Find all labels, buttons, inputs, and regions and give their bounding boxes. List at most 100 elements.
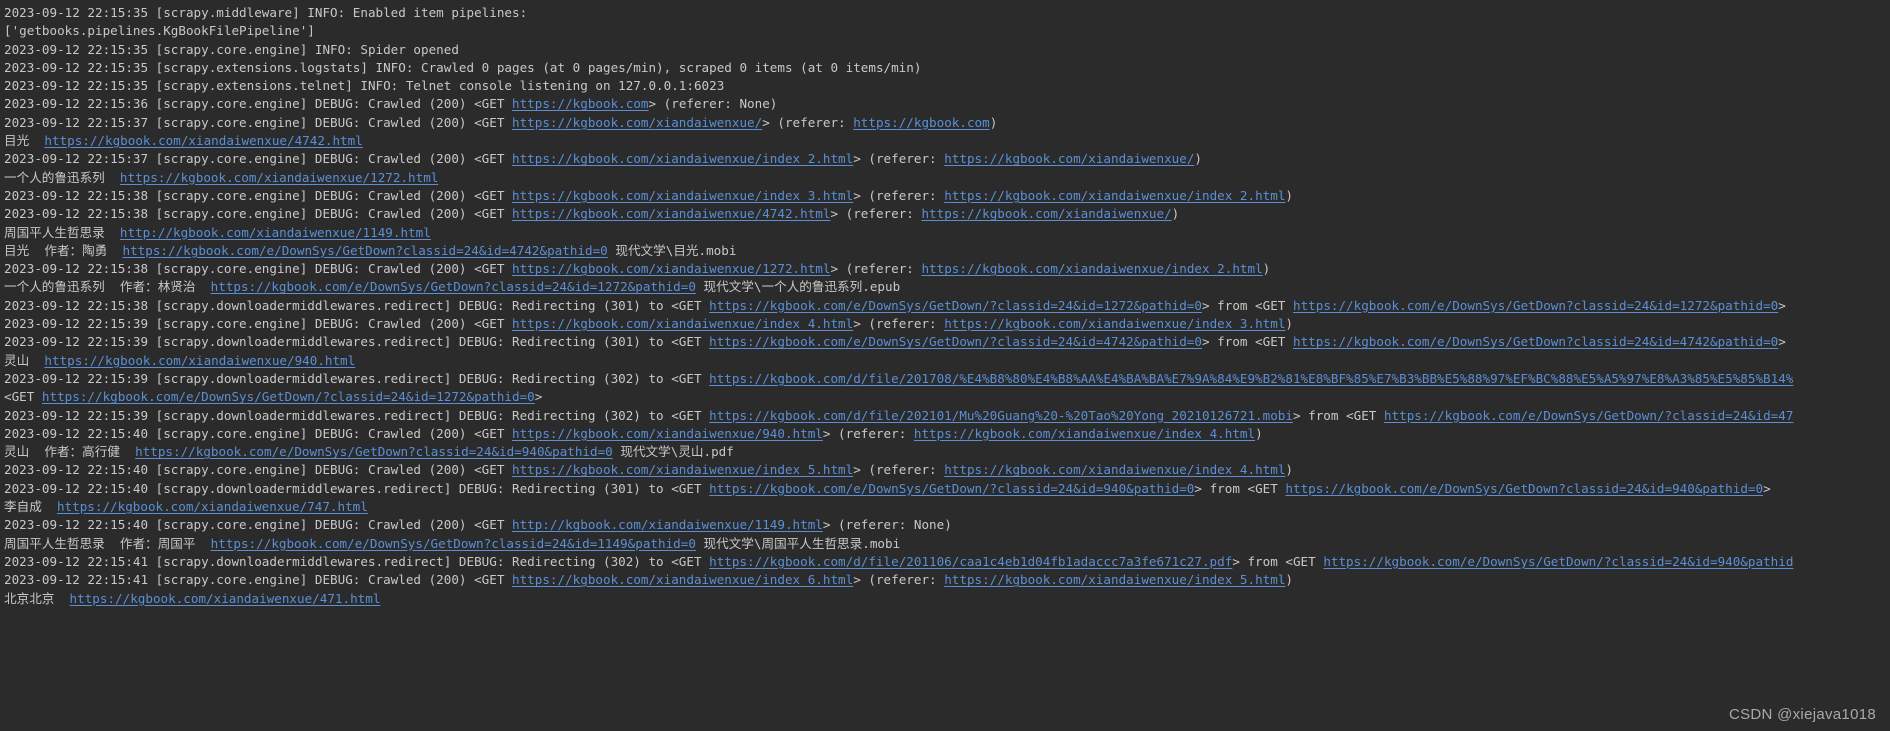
log-link[interactable]: https://kgbook.com/xiandaiwenxue/471.htm…	[70, 591, 381, 606]
log-line: 2023-09-12 22:15:37 [scrapy.core.engine]…	[4, 150, 1890, 168]
log-link[interactable]: https://kgbook.com/e/DownSys/GetDown?cla…	[211, 279, 696, 294]
log-text: )	[1285, 462, 1293, 478]
log-link[interactable]: https://kgbook.com/xiandaiwenxue/index_2…	[921, 261, 1262, 276]
log-link[interactable]: https://kgbook.com/xiandaiwenxue/	[921, 206, 1171, 221]
log-link[interactable]: https://kgbook.com/xiandaiwenxue/1272.ht…	[120, 170, 438, 185]
log-text: )	[1285, 572, 1293, 588]
log-text: > from <GET	[1194, 480, 1286, 496]
log-link[interactable]: https://kgbook.com/xiandaiwenxue/index_3…	[944, 316, 1285, 331]
log-text: )	[1194, 151, 1203, 167]
log-text: <GET	[4, 389, 42, 405]
log-link[interactable]: https://kgbook.com/xiandaiwenxue/	[512, 115, 762, 130]
log-line: 2023-09-12 22:15:38 [scrapy.core.engine]…	[4, 187, 1890, 205]
log-line: 目光 作者：陶勇 https://kgbook.com/e/DownSys/Ge…	[4, 242, 1890, 260]
log-link[interactable]: https://kgbook.com/xiandaiwenxue/	[944, 151, 1194, 166]
log-link[interactable]: https://kgbook.com/e/DownSys/GetDown?cla…	[135, 444, 613, 459]
log-line: ['getbooks.pipelines.KgBookFilePipeline'…	[4, 22, 1890, 40]
log-text: 2023-09-12 22:15:38 [scrapy.downloadermi…	[4, 297, 710, 313]
log-text: )	[989, 114, 998, 130]
log-link[interactable]: https://kgbook.com/e/DownSys/GetDown/?cl…	[1323, 554, 1793, 569]
log-text: > (referer:	[853, 462, 945, 478]
log-link[interactable]: https://kgbook.com/e/DownSys/GetDown?cla…	[1293, 298, 1778, 313]
log-line: 2023-09-12 22:15:38 [scrapy.core.engine]…	[4, 260, 1890, 278]
log-link[interactable]: https://kgbook.com/xiandaiwenxue/index_4…	[944, 462, 1285, 477]
log-line: 2023-09-12 22:15:40 [scrapy.core.engine]…	[4, 461, 1890, 479]
log-link[interactable]: https://kgbook.com/e/DownSys/GetDown?cla…	[211, 536, 696, 551]
log-text: .pdf	[703, 444, 734, 460]
log-line: 目光 https://kgbook.com/xiandaiwenxue/4742…	[4, 132, 1890, 150]
log-text: )	[1262, 261, 1271, 277]
log-link[interactable]: https://kgbook.com/xiandaiwenxue/4742.ht…	[512, 206, 830, 221]
log-text: )	[1255, 425, 1263, 441]
log-link[interactable]: https://kgbook.com/xiandaiwenxue/index_4…	[512, 316, 853, 331]
log-link[interactable]: https://kgbook.com/xiandaiwenxue/index_2…	[512, 151, 853, 166]
log-text: >	[1778, 334, 1786, 350]
log-cjk-text: 现代文学	[620, 444, 671, 460]
log-cjk-text: 周国平人生哲思录	[4, 535, 105, 551]
log-text: 2023-09-12 22:15:35 [scrapy.core.engine]…	[4, 41, 459, 57]
log-link[interactable]: https://kgbook.com/xiandaiwenxue/747.htm…	[57, 499, 368, 514]
log-cjk-text: 灵山	[4, 352, 30, 368]
log-cjk-text: 周国平人生哲思录	[4, 224, 105, 240]
log-link[interactable]: https://kgbook.com/xiandaiwenxue/index_5…	[944, 572, 1285, 587]
log-link[interactable]: https://kgbook.com/e/DownSys/GetDown/?cl…	[709, 334, 1202, 349]
log-link[interactable]: https://kgbook.com/e/DownSys/GetDown?cla…	[1293, 334, 1778, 349]
log-text: 2023-09-12 22:15:38 [scrapy.core.engine]…	[4, 206, 512, 222]
log-link[interactable]: https://kgbook.com/e/DownSys/GetDown?cla…	[123, 243, 608, 258]
log-cjk-text: 一个人的鲁迅系列	[4, 169, 105, 185]
log-line: 2023-09-12 22:15:39 [scrapy.core.engine]…	[4, 315, 1890, 333]
log-text: )	[1285, 187, 1293, 203]
log-link[interactable]: https://kgbook.com/xiandaiwenxue/index_2…	[944, 188, 1285, 203]
log-line: 2023-09-12 22:15:39 [scrapy.downloadermi…	[4, 333, 1890, 351]
log-link[interactable]: https://kgbook.com/e/DownSys/GetDown/?cl…	[1384, 408, 1793, 423]
log-link[interactable]: https://kgbook.com/xiandaiwenxue/index_3…	[512, 188, 853, 203]
log-link[interactable]: https://kgbook.com/e/DownSys/GetDown?cla…	[1285, 481, 1763, 496]
log-text: >	[534, 389, 543, 405]
log-link[interactable]: https://kgbook.com	[853, 115, 989, 130]
log-text: > (referer:	[830, 206, 922, 222]
log-text: > (referer:	[762, 114, 854, 130]
log-line: 2023-09-12 22:15:40 [scrapy.downloadermi…	[4, 480, 1890, 498]
log-link[interactable]: https://kgbook.com/e/DownSys/GetDown/?cl…	[709, 298, 1202, 313]
log-link[interactable]: https://kgbook.com/xiandaiwenxue/index_4…	[914, 426, 1255, 441]
log-link[interactable]: https://kgbook.com/d/file/201106/caa1c4e…	[709, 554, 1232, 569]
log-text: 2023-09-12 22:15:41 [scrapy.downloadermi…	[4, 553, 710, 569]
log-link[interactable]: http://kgbook.com/xiandaiwenxue/1149.htm…	[120, 225, 431, 240]
log-link[interactable]: https://kgbook.com/xiandaiwenxue/4742.ht…	[44, 133, 362, 148]
log-link[interactable]: https://kgbook.com/e/DownSys/GetDown/?cl…	[709, 481, 1194, 496]
log-link[interactable]: https://kgbook.com/xiandaiwenxue/1272.ht…	[512, 261, 830, 276]
log-text: 2023-09-12 22:15:38 [scrapy.core.engine]…	[4, 187, 512, 203]
log-line: 2023-09-12 22:15:35 [scrapy.extensions.t…	[4, 77, 1890, 95]
log-cjk-text: 现代文学	[615, 242, 666, 258]
log-text: .mobi	[698, 242, 737, 258]
log-link[interactable]: http://kgbook.com/xiandaiwenxue/1149.htm…	[512, 517, 823, 532]
log-link[interactable]: https://kgbook.com/xiandaiwenxue/index_6…	[512, 572, 853, 587]
log-text: 2023-09-12 22:15:39 [scrapy.downloadermi…	[4, 334, 710, 350]
log-cjk-text: 作者：林贤治	[119, 279, 196, 295]
log-cjk-text: 作者：陶勇	[44, 242, 108, 258]
log-link[interactable]: https://kgbook.com/d/file/201708/%E4%B8%…	[709, 371, 1793, 386]
log-link[interactable]: https://kgbook.com/e/DownSys/GetDown/?cl…	[42, 389, 535, 404]
log-text: >	[1763, 480, 1771, 496]
terminal-log-console[interactable]: 2023-09-12 22:15:35 [scrapy.middleware] …	[0, 0, 1890, 731]
log-line: 2023-09-12 22:15:40 [scrapy.core.engine]…	[4, 516, 1890, 534]
log-cjk-text: 李自成	[4, 499, 42, 515]
log-cjk-text: 目光	[4, 242, 30, 258]
log-link[interactable]: https://kgbook.com/xiandaiwenxue/940.htm…	[512, 426, 823, 441]
log-text: 2023-09-12 22:15:39 [scrapy.core.engine]…	[4, 316, 512, 332]
log-link[interactable]: https://kgbook.com	[512, 96, 648, 111]
log-text: 2023-09-12 22:15:37 [scrapy.core.engine]…	[4, 114, 512, 130]
log-link[interactable]: https://kgbook.com/d/file/202101/Mu%20Gu…	[709, 408, 1293, 423]
log-link[interactable]: https://kgbook.com/xiandaiwenxue/940.htm…	[44, 353, 355, 368]
log-text: 2023-09-12 22:15:40 [scrapy.core.engine]…	[4, 462, 512, 478]
log-link[interactable]: https://kgbook.com/xiandaiwenxue/index_5…	[512, 462, 853, 477]
log-text: ['getbooks.pipelines.KgBookFilePipeline'…	[4, 23, 315, 39]
log-line: 2023-09-12 22:15:35 [scrapy.extensions.l…	[4, 59, 1890, 77]
